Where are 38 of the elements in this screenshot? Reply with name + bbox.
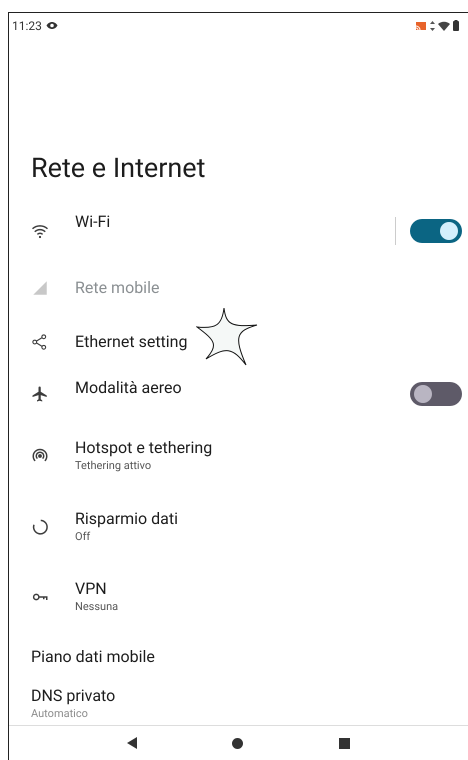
status-time: 11:23: [12, 18, 42, 34]
data-saver-icon: [31, 518, 49, 536]
item-title: Modalità aereo: [75, 378, 182, 398]
item-title: Piano dati mobile: [31, 647, 155, 667]
airplane-icon: [31, 385, 49, 403]
share-icon: [31, 333, 49, 351]
starburst-drawing: [196, 307, 258, 367]
toggle-switch[interactable]: [410, 382, 462, 406]
data-arrows-icon: [430, 20, 435, 30]
item-title: Rete mobile: [75, 278, 160, 298]
page-title: Rete e Internet: [31, 150, 206, 186]
item-summary: Automatico: [31, 706, 89, 722]
settings-item[interactable]: Wi-Fi: [9, 202, 395, 259]
signal-icon: [31, 278, 49, 296]
settings-item[interactable]: Piano dati mobile: [9, 632, 468, 682]
item-title: Wi-Fi: [75, 212, 110, 232]
settings-item[interactable]: Risparmio dati Off: [9, 492, 468, 562]
item-title: Ethernet setting: [75, 332, 188, 352]
eye-icon: [46, 21, 58, 30]
item-title: Hotspot e tethering: [75, 438, 212, 458]
item-summary: Off: [75, 529, 92, 545]
settings-item[interactable]: VPN Nessuna: [9, 562, 468, 632]
item-title: DNS privato: [31, 686, 116, 706]
recents-icon[interactable]: [339, 738, 350, 748]
item-summary: Nessuna: [75, 599, 118, 615]
settings-item[interactable]: Hotspot e tethering Tethering attivo: [9, 420, 468, 492]
settings-item[interactable]: Modalità aereo: [9, 368, 410, 420]
item-summary: Tethering attivo: [75, 458, 152, 474]
cast-icon: [415, 20, 427, 30]
item-title: Risparmio dati: [75, 509, 178, 529]
wifi-icon: [438, 20, 450, 30]
back-icon[interactable]: [126, 737, 137, 749]
settings-item[interactable]: DNS privato Automatico: [9, 682, 468, 725]
toggle-switch[interactable]: [410, 218, 462, 242]
home-icon[interactable]: [232, 738, 244, 748]
settings-item[interactable]: Ethernet setting: [9, 316, 468, 368]
item-title: VPN: [75, 579, 108, 599]
battery-icon: [453, 20, 459, 31]
